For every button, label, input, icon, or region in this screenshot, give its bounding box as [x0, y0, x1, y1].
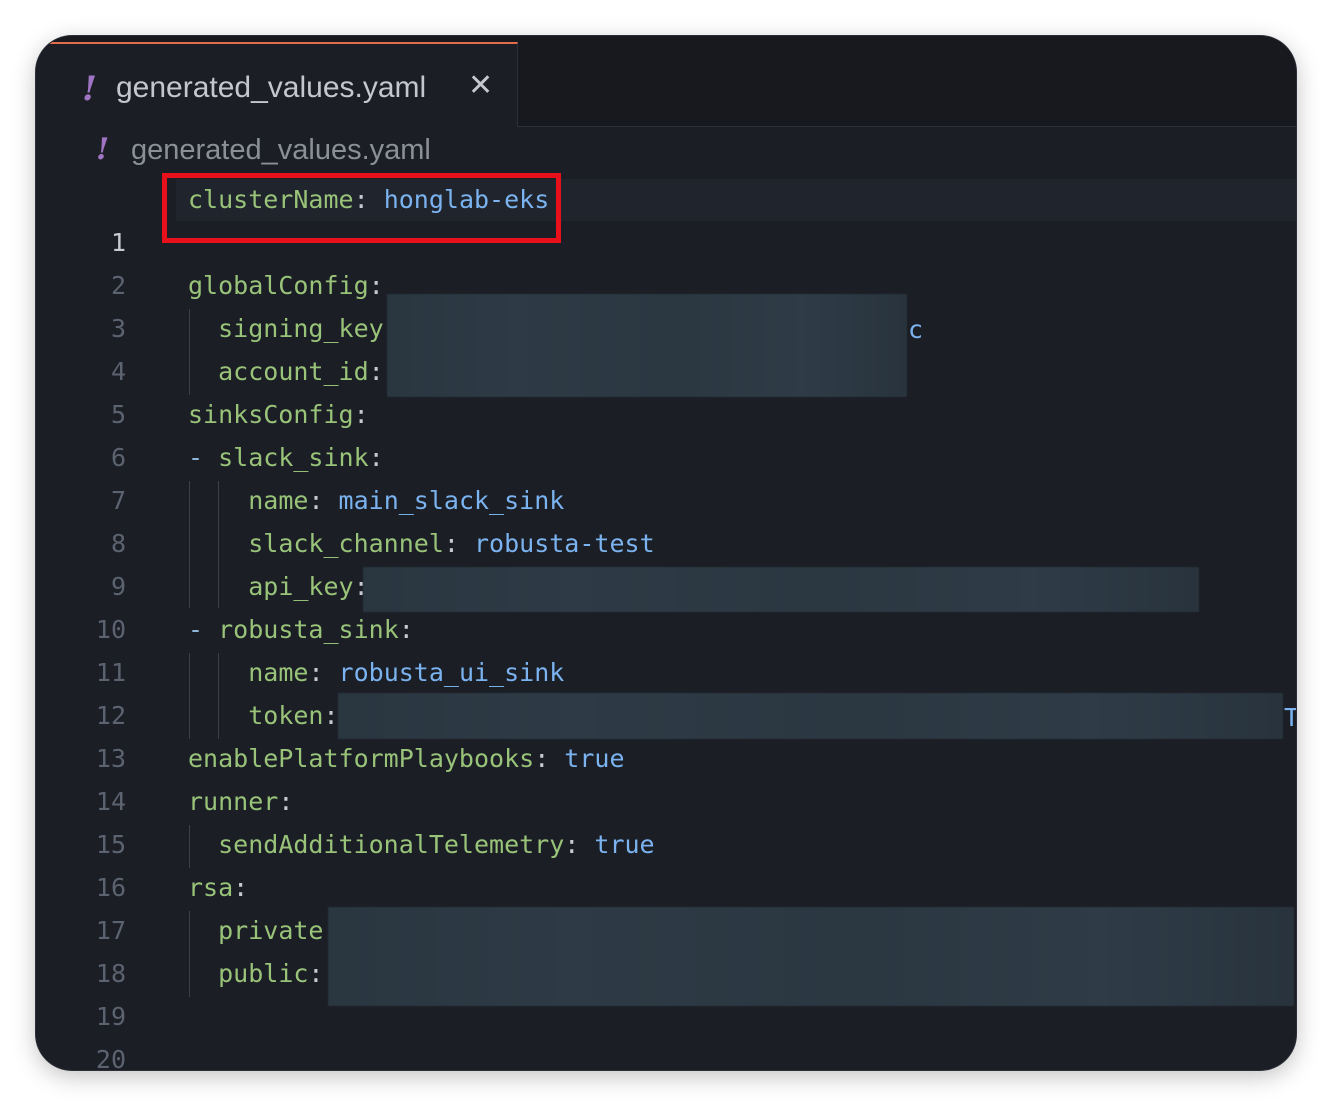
redacted-value — [328, 907, 1294, 1006]
code-line: 11 - robusta_sink: — [36, 608, 1296, 687]
yaml-key: signing_key — [218, 314, 384, 343]
breadcrumb-file[interactable]: generated_values.yaml — [131, 132, 431, 168]
indent-guide — [189, 481, 190, 608]
yaml-value-fragment: T — [1284, 703, 1296, 732]
indent-guide — [218, 653, 219, 739]
code-line: 15 runner: — [36, 780, 1296, 859]
code-line: 12 name: robusta_ui_sink — [36, 651, 1296, 730]
yaml-key: account_id — [218, 357, 369, 386]
yaml-key: slack_channel — [248, 529, 444, 558]
indent-guide — [189, 309, 190, 395]
yaml-key: slack_sink — [218, 443, 369, 472]
code-line: 14 enablePlatformPlaybooks: true — [36, 737, 1296, 816]
yaml-key: api_key — [248, 572, 354, 601]
yaml-key: public — [218, 959, 309, 988]
tab-generated-values[interactable]: ! generated_values.yaml ✕ — [36, 42, 518, 127]
highlight-annotation-box — [162, 173, 561, 243]
yaml-key: token — [248, 701, 324, 730]
yaml-value-fragment: c — [908, 315, 924, 344]
yaml-value: robusta_ui_sink — [338, 658, 565, 687]
indent-guide — [189, 911, 190, 997]
code-line: 7 - slack_sink: — [36, 436, 1296, 515]
yaml-key: globalConfig — [188, 271, 369, 300]
indent-guide — [189, 825, 190, 868]
code-line: 16 sendAdditionalTelemetry: true — [36, 823, 1296, 902]
yaml-value: main_slack_sink — [338, 486, 565, 515]
editor-window: ! generated_values.yaml ✕ ! generated_va… — [36, 36, 1296, 1070]
yaml-key: name — [248, 658, 309, 687]
indent-guide — [218, 481, 219, 608]
redacted-value — [338, 693, 1283, 739]
code-line: 6 sinksConfig: — [36, 393, 1296, 472]
close-icon[interactable]: ✕ — [468, 68, 493, 104]
yaml-value: robusta-test — [474, 529, 655, 558]
yaml-key: enablePlatformPlaybooks — [188, 744, 535, 773]
yaml-key: rsa — [188, 873, 234, 902]
yaml-key: sendAdditionalTelemetry — [218, 830, 565, 859]
redacted-value — [363, 567, 1199, 612]
tab-label: generated_values.yaml — [116, 71, 427, 104]
tab-bar: ! generated_values.yaml ✕ — [36, 36, 1296, 127]
yaml-key: sinksConfig — [188, 400, 354, 429]
code-line: 8 name: main_slack_sink — [36, 479, 1296, 558]
indent-guide — [189, 653, 190, 739]
yaml-key: private — [218, 916, 324, 945]
yaml-key: name — [248, 486, 309, 515]
breadcrumb: ! generated_values.yaml — [36, 132, 1296, 172]
yaml-value: true — [594, 830, 655, 859]
line-number: 20 — [95, 1045, 126, 1070]
redacted-value — [387, 294, 907, 397]
yaml-value: true — [564, 744, 625, 773]
code-line: 17 rsa: — [36, 866, 1296, 945]
yaml-file-icon: ! — [82, 69, 97, 109]
yaml-key: runner — [188, 787, 279, 816]
yaml-file-icon: ! — [96, 132, 110, 167]
yaml-key: robusta_sink — [218, 615, 399, 644]
code-line: 9 slack_channel: robusta-test — [36, 522, 1296, 601]
